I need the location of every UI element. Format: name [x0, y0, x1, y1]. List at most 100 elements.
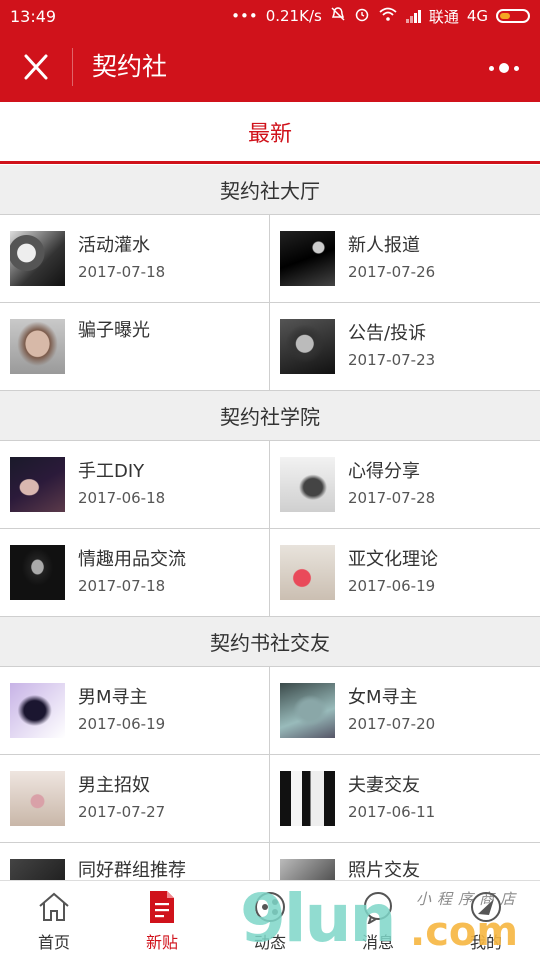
- close-icon: [24, 54, 48, 80]
- more-dot-icon: [499, 63, 509, 73]
- section-header: 契约书社交友: [0, 617, 540, 667]
- board-title: 照片交友: [348, 860, 420, 880]
- status-carrier: 联通: [428, 7, 459, 26]
- nav-new-posts-label: 新贴: [145, 932, 178, 952]
- status-net-speed: 0.21K/s: [265, 7, 322, 25]
- close-button[interactable]: [14, 46, 58, 88]
- section-grid: 活动灌水 2017-07-18 新人报道 2017-07-26 骗子曝光 公告/投诉…: [0, 215, 540, 391]
- board-title: 手工DIY: [78, 460, 145, 482]
- section-grid: 男M寻主 2017-06-19 女M寻主 2017-07-20 男主招奴 2017-0…: [0, 667, 540, 880]
- board-date: 2017-07-23: [348, 350, 436, 369]
- board-date: 2017-07-27: [78, 802, 166, 821]
- board-title: 同好群组推荐: [78, 860, 186, 880]
- more-options-button[interactable]: [486, 54, 522, 82]
- profile-icon: [468, 889, 504, 925]
- mute-icon: [330, 6, 346, 26]
- forum-board-item[interactable]: 同好群组推荐: [0, 843, 270, 880]
- board-title: 男M寻主: [78, 686, 148, 708]
- status-network-type: 4G: [466, 7, 488, 25]
- board-title: 心得分享: [348, 460, 420, 482]
- forum-board-item[interactable]: 骗子曝光: [0, 303, 270, 391]
- nav-new-posts[interactable]: 新贴: [108, 881, 216, 960]
- board-date: 2017-07-26: [348, 262, 436, 281]
- forum-board-item[interactable]: 亚文化理论 2017-06-19: [270, 529, 540, 617]
- wifi-icon: [378, 6, 398, 26]
- board-title: 公告/投诉: [348, 322, 427, 344]
- board-thumbnail: [10, 545, 65, 600]
- board-thumbnail: [10, 683, 65, 738]
- forum-board-item[interactable]: 情趣用品交流 2017-07-18: [0, 529, 270, 617]
- nav-activity-label: 动态: [253, 932, 286, 952]
- board-thumbnail: [10, 231, 65, 286]
- app-bar-divider: [72, 48, 73, 86]
- app-bar: 契约社: [0, 32, 540, 102]
- nav-profile-label: 我的: [469, 932, 502, 952]
- more-dot-icon: [514, 65, 519, 71]
- forum-board-item[interactable]: 夫妻交友 2017-06-11: [270, 755, 540, 843]
- nav-home[interactable]: 首页: [0, 881, 108, 960]
- battery-icon: [496, 9, 530, 23]
- tab-latest[interactable]: 最新: [0, 102, 540, 164]
- board-thumbnail: [10, 771, 65, 826]
- forum-board-item[interactable]: 手工DIY 2017-06-18: [0, 441, 270, 529]
- forum-board-item[interactable]: 女M寻主 2017-07-20: [270, 667, 540, 755]
- board-date: 2017-07-18: [78, 576, 166, 595]
- board-date: 2017-07-18: [78, 262, 166, 281]
- home-icon: [36, 889, 72, 925]
- board-date: 2017-06-19: [78, 714, 166, 733]
- board-thumbnail: [280, 457, 335, 512]
- board-date: 2017-06-18: [78, 488, 166, 507]
- forum-board-item[interactable]: 男M寻主 2017-06-19: [0, 667, 270, 755]
- board-thumbnail: [10, 859, 65, 880]
- forum-board-item[interactable]: 照片交友: [270, 843, 540, 880]
- board-title: 亚文化理论: [348, 548, 438, 570]
- page-title: 契约社: [92, 52, 168, 81]
- status-more-dots: •••: [231, 7, 258, 25]
- nav-profile[interactable]: 我的: [432, 881, 540, 960]
- activity-icon: [252, 889, 288, 925]
- board-date: 2017-07-20: [348, 714, 436, 733]
- nav-activity[interactable]: 动态: [216, 881, 324, 960]
- board-title: 夫妻交友: [348, 774, 420, 796]
- forum-list[interactable]: 契约社大厅 活动灌水 2017-07-18 新人报道 2017-07-26 骗子曝光…: [0, 165, 540, 880]
- board-thumbnail: [280, 545, 335, 600]
- nav-home-label: 首页: [37, 932, 70, 952]
- board-thumbnail: [280, 683, 335, 738]
- board-title: 男主招奴: [78, 774, 150, 796]
- board-title: 活动灌水: [78, 234, 150, 256]
- status-time: 13:49: [10, 6, 57, 26]
- board-title: 新人报道: [348, 234, 420, 256]
- section-grid: 手工DIY 2017-06-18 心得分享 2017-07-28 情趣用品交流 201…: [0, 441, 540, 617]
- status-bar: 13:49 ••• 0.21K/s 联通 4G: [0, 0, 540, 32]
- bottom-navigation: 首页 新贴 动态 消息 我的: [0, 880, 540, 960]
- board-date: 2017-06-11: [348, 802, 436, 821]
- message-icon: [360, 889, 396, 925]
- board-thumbnail: [280, 859, 335, 880]
- alarm-icon: [354, 6, 370, 26]
- board-date: 2017-06-19: [348, 576, 436, 595]
- board-title: 情趣用品交流: [78, 548, 186, 570]
- tab-latest-label: 最新: [247, 121, 292, 147]
- board-date: 2017-07-28: [348, 488, 436, 507]
- forum-board-item[interactable]: 新人报道 2017-07-26: [270, 215, 540, 303]
- section-header: 契约社大厅: [0, 165, 540, 215]
- section-header: 契约社学院: [0, 391, 540, 441]
- more-dot-icon: [489, 65, 494, 71]
- board-title: 骗子曝光: [78, 320, 150, 341]
- forum-board-item[interactable]: 男主招奴 2017-07-27: [0, 755, 270, 843]
- board-thumbnail: [280, 231, 335, 286]
- forum-board-item[interactable]: 心得分享 2017-07-28: [270, 441, 540, 529]
- nav-messages-label: 消息: [361, 932, 394, 952]
- forum-board-item[interactable]: 活动灌水 2017-07-18: [0, 215, 270, 303]
- wechat-mini-program-page: 13:49 ••• 0.21K/s 联通 4G 契约社 最新 契约社大厅 活动灌…: [0, 0, 540, 960]
- board-thumbnail: [10, 319, 65, 374]
- status-indicators: ••• 0.21K/s 联通 4G: [231, 6, 530, 27]
- board-title: 女M寻主: [348, 686, 418, 708]
- forum-board-item[interactable]: 公告/投诉 2017-07-23: [270, 303, 540, 391]
- board-thumbnail: [280, 319, 335, 374]
- new-post-icon: [144, 889, 180, 925]
- nav-messages[interactable]: 消息: [324, 881, 432, 960]
- signal-strength-icon: [405, 9, 421, 23]
- board-thumbnail: [280, 771, 335, 826]
- board-thumbnail: [10, 457, 65, 512]
